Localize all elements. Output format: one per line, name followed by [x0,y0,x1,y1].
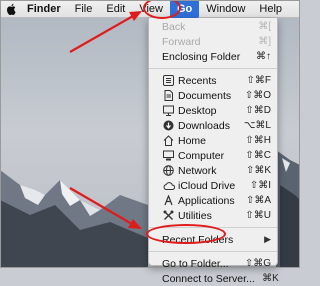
menu-item-connect-to-server[interactable]: Connect to Server... ⌘K [149,271,279,286]
shortcut-label: ⌘K [262,273,279,284]
menu-item-label: Connect to Server... [162,272,255,285]
go-to-folder-highlight-oval [146,224,226,244]
annotation-arrow-icon [69,11,142,229]
